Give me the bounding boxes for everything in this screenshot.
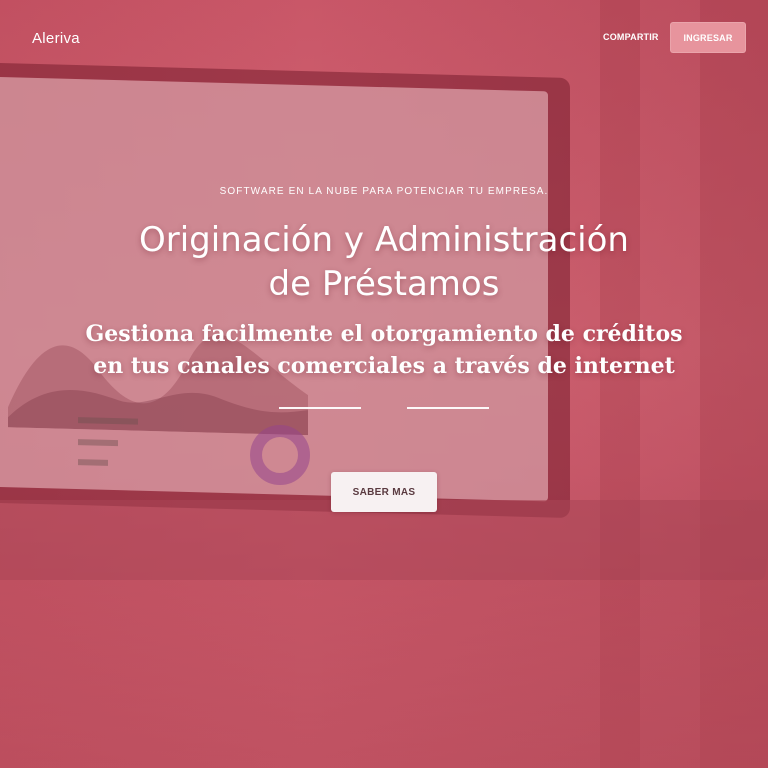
table-reflection <box>0 580 768 768</box>
share-link[interactable]: COMPARTIR <box>603 32 659 42</box>
hero-title-line: Originación y Administración <box>139 220 629 260</box>
learn-more-button[interactable]: SABER MAS <box>331 472 437 512</box>
hero-subtitle-line: en tus canales comerciales a través de i… <box>93 353 675 379</box>
hero-background <box>0 0 768 768</box>
divider-left <box>279 407 361 409</box>
dashboard-bar-graphic <box>78 439 118 447</box>
brand-logo[interactable]: Aleriva <box>32 30 80 47</box>
hero-subtitle-line: Gestiona facilmente el otorgamiento de c… <box>85 321 683 347</box>
hero-title-line: de Préstamos <box>268 264 500 304</box>
login-button[interactable]: INGRESAR <box>670 22 746 53</box>
laptop-base-image <box>0 500 768 580</box>
divider-right <box>407 407 489 409</box>
hero-tagline: SOFTWARE EN LA NUBE PARA POTENCIAR TU EM… <box>219 186 549 197</box>
dashboard-bar-graphic <box>78 459 108 466</box>
hero-subtitle: Gestiona facilmente el otorgamiento de c… <box>84 318 684 382</box>
dashboard-donut-graphic <box>250 425 310 485</box>
hero-title: Originación y Administración de Préstamo… <box>84 218 684 306</box>
